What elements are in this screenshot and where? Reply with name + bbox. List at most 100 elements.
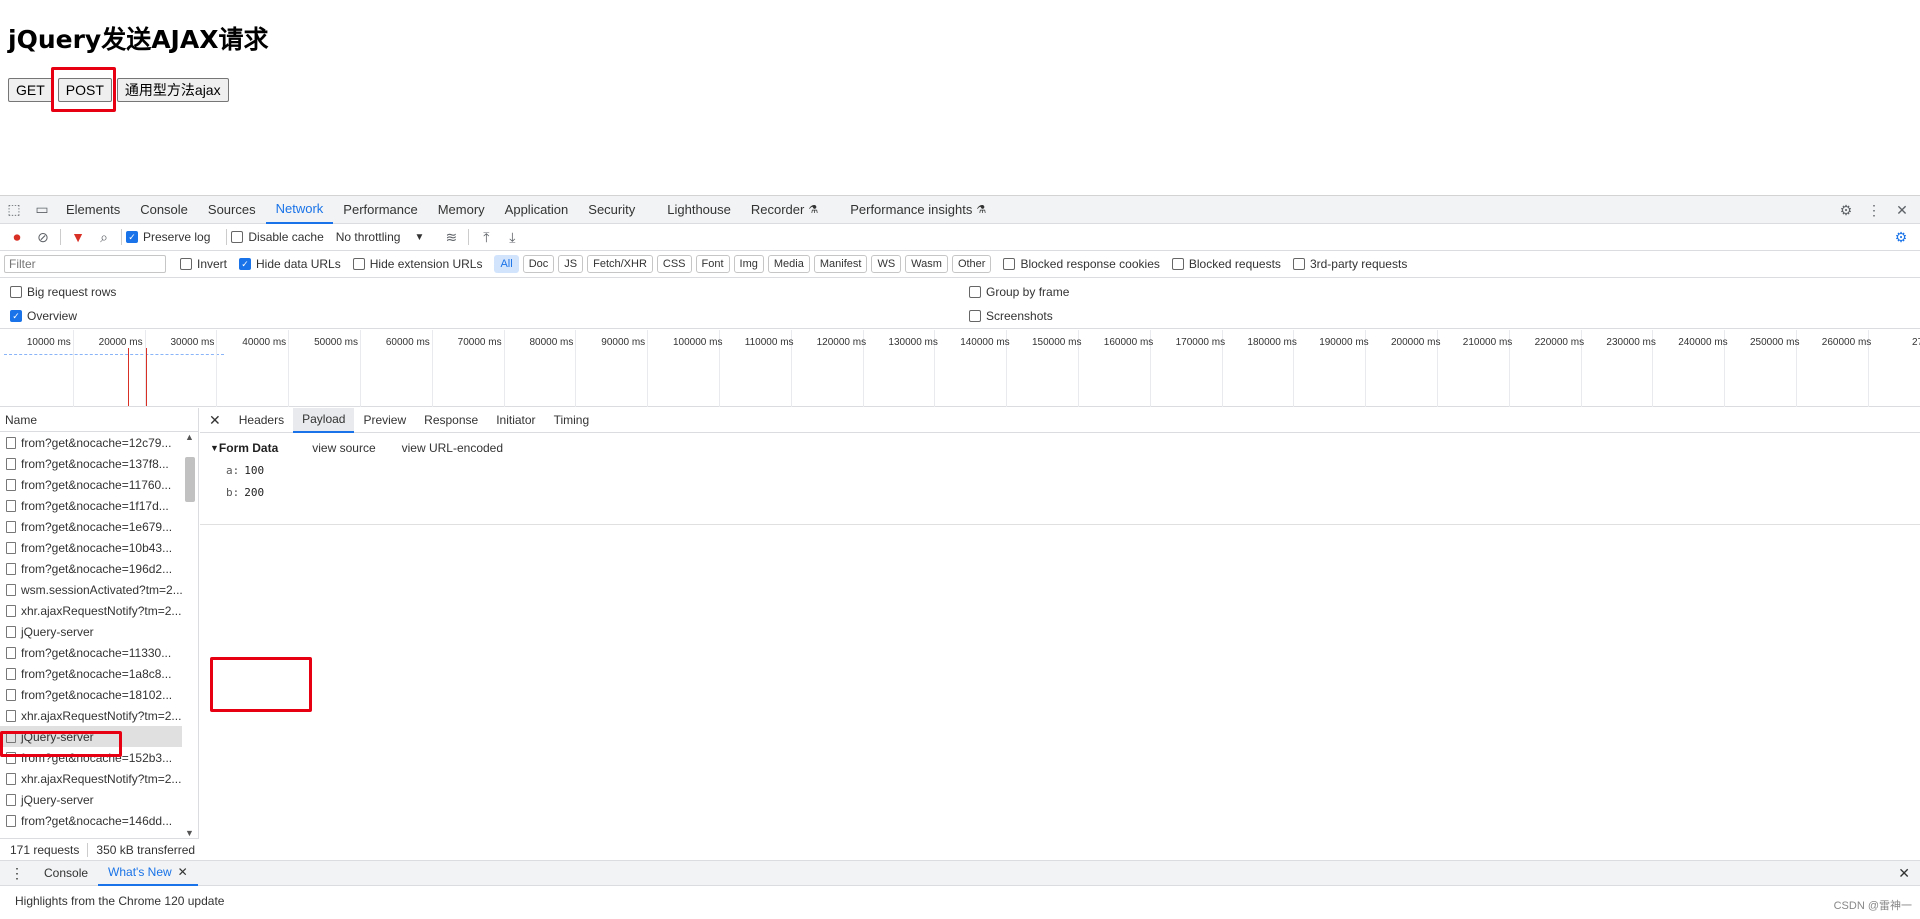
request-row[interactable]: xhr.ajaxRequestNotify?tm=2... — [0, 768, 182, 789]
detail-tab-payload[interactable]: Payload — [293, 407, 355, 433]
filter-icon[interactable]: ▼ — [65, 224, 91, 250]
view-url-encoded-link[interactable]: view URL-encoded — [402, 441, 503, 455]
type-filter-doc[interactable]: Doc — [522, 255, 555, 273]
invert-checkbox[interactable]: Invert — [180, 257, 227, 271]
tab-performance-insights[interactable]: Performance insights ⚗ — [840, 196, 996, 224]
post-button[interactable]: POST — [57, 78, 112, 102]
throttling-select[interactable]: No throttling ▼ — [336, 230, 425, 244]
request-row[interactable]: from?get&nocache=146dd... — [0, 810, 182, 831]
ajax-generic-button[interactable]: 通用型方法ajax — [116, 78, 229, 102]
form-data-header[interactable]: ▼ Form Data view source view URL-encoded — [210, 441, 1920, 455]
overview-checkbox[interactable]: ✓ Overview — [10, 309, 77, 323]
inspect-element-icon[interactable]: ⬚ — [0, 196, 28, 224]
close-detail-icon[interactable]: ✕ — [200, 408, 230, 433]
scrollbar-thumb[interactable] — [185, 457, 195, 502]
device-toolbar-icon[interactable]: ▭ — [28, 196, 56, 224]
request-list-scrollbar[interactable]: ▲ ▼ — [184, 432, 196, 838]
record-icon[interactable]: ⏺ — [4, 224, 30, 250]
type-filter-wasm[interactable]: Wasm — [905, 255, 948, 273]
tab-memory[interactable]: Memory — [428, 196, 495, 224]
drawer-menu-icon[interactable]: ⋮ — [0, 860, 34, 886]
export-har-icon[interactable]: ⤓ — [499, 224, 525, 250]
request-row[interactable]: xhr.ajaxRequestNotify?tm=2... — [0, 705, 182, 726]
request-row[interactable]: from?get&nocache=11330... — [0, 642, 182, 663]
hide-data-urls-checkbox[interactable]: ✓ Hide data URLs — [239, 257, 341, 271]
filter-input[interactable] — [4, 255, 166, 273]
tab-security[interactable]: Security — [578, 196, 645, 224]
view-source-link[interactable]: view source — [312, 441, 375, 455]
close-drawer-icon[interactable]: ✕ — [1898, 865, 1910, 882]
request-row[interactable]: from?get&nocache=1e679... — [0, 516, 182, 537]
close-devtools-icon[interactable]: ✕ — [1888, 196, 1916, 224]
request-row[interactable]: from?get&nocache=18102... — [0, 684, 182, 705]
disable-cache-checkbox[interactable]: Disable cache — [231, 230, 324, 244]
blocked-requests-checkbox[interactable]: Blocked requests — [1171, 257, 1281, 271]
third-party-requests-checkbox[interactable]: 3rd-party requests — [1292, 257, 1407, 271]
type-filter-img[interactable]: Img — [733, 255, 764, 273]
network-overview-timeline[interactable]: 10000 ms 20000 ms 30000 ms 40000 ms 50000 ms… — [0, 330, 1920, 407]
close-tab-icon[interactable]: ✕ — [178, 865, 188, 879]
type-filter-js[interactable]: JS — [558, 255, 584, 273]
page-button-group: GET POST 通用型方法ajax — [8, 78, 229, 102]
hide-extension-urls-checkbox[interactable]: Hide extension URLs — [352, 257, 482, 271]
settings-gear-icon[interactable]: ⚙ — [1832, 196, 1860, 224]
document-file-icon — [6, 457, 16, 470]
detail-tab-timing[interactable]: Timing — [545, 408, 599, 433]
type-filter-all[interactable]: All — [494, 255, 519, 273]
tab-network[interactable]: Network — [265, 196, 334, 224]
tab-performance[interactable]: Performance — [333, 196, 427, 224]
request-row[interactable]: from?get&nocache=10b43... — [0, 537, 182, 558]
preserve-log-label: Preserve log — [143, 230, 211, 244]
type-filter-fetch-xhr[interactable]: Fetch/XHR — [587, 255, 653, 273]
import-har-icon[interactable]: ⤒ — [473, 224, 499, 250]
blocked-response-cookies-checkbox[interactable]: Blocked response cookies — [1003, 257, 1160, 271]
detail-tab-headers[interactable]: Headers — [230, 408, 293, 433]
request-row[interactable]: jQuery-server — [0, 726, 182, 747]
request-row[interactable]: from?get&nocache=1a8c8... — [0, 663, 182, 684]
more-options-icon[interactable]: ⋮ — [1860, 196, 1888, 224]
type-filter-font[interactable]: Font — [695, 255, 730, 273]
request-row[interactable]: from?get&nocache=152b3... — [0, 747, 182, 768]
request-row[interactable]: from?get&nocache=11760... — [0, 474, 182, 495]
request-row[interactable]: xhr.ajaxRequestNotify?tm=2... — [0, 600, 182, 621]
request-row[interactable]: jQuery-server — [0, 621, 182, 642]
request-row[interactable]: from?get&nocache=137f8... — [0, 453, 182, 474]
detail-tab-preview[interactable]: Preview — [354, 408, 415, 433]
scroll-up-arrow-icon[interactable]: ▲ — [185, 432, 194, 442]
request-row[interactable]: from?get&nocache=12c79... — [0, 432, 182, 453]
tab-console[interactable]: Console — [130, 196, 198, 224]
type-filter-manifest[interactable]: Manifest — [813, 255, 868, 273]
tab-application[interactable]: Application — [495, 196, 579, 224]
clear-icon[interactable]: ⊘ — [30, 224, 56, 250]
detail-tab-response[interactable]: Response — [415, 408, 487, 433]
network-settings-gear-icon[interactable]: ⚙ — [1888, 224, 1914, 250]
timeline-tick-label: 210000 ms — [1462, 337, 1513, 348]
name-column-header[interactable]: Name — [0, 408, 198, 432]
preserve-log-checkbox[interactable]: ✓ Preserve log — [126, 230, 210, 244]
request-row[interactable]: wsm.sessionActivated?tm=2... — [0, 579, 182, 600]
throttling-value: No throttling — [335, 230, 401, 244]
drawer-tab-whats-new[interactable]: What's New ✕ — [98, 860, 198, 886]
get-button[interactable]: GET — [8, 78, 53, 102]
screenshots-checkbox[interactable]: Screenshots — [969, 309, 1053, 323]
type-filter-media[interactable]: Media — [767, 255, 810, 273]
tab-lighthouse[interactable]: Lighthouse — [657, 196, 741, 224]
request-name: from?get&nocache=10b43... — [21, 540, 173, 555]
tab-recorder[interactable]: Recorder ⚗ — [741, 196, 828, 224]
scroll-down-arrow-icon[interactable]: ▼ — [185, 828, 194, 838]
type-filter-ws[interactable]: WS — [871, 255, 902, 273]
request-row[interactable]: from?get&nocache=196d2... — [0, 558, 182, 579]
type-filter-css[interactable]: CSS — [656, 255, 692, 273]
network-conditions-icon[interactable]: ≋ — [438, 224, 464, 250]
detail-tab-initiator[interactable]: Initiator — [487, 408, 544, 433]
drawer-tab-console[interactable]: Console — [34, 860, 98, 886]
request-row[interactable]: from?get&nocache=1f17d... — [0, 495, 182, 516]
request-row[interactable]: jQuery-server — [0, 789, 182, 810]
group-by-frame-checkbox[interactable]: Group by frame — [969, 285, 1069, 299]
big-request-rows-checkbox[interactable]: Big request rows — [10, 285, 116, 299]
type-filter-other[interactable]: Other — [951, 255, 992, 273]
search-icon[interactable]: ⌕ — [91, 224, 117, 250]
timeline-load-marker — [146, 348, 147, 406]
tab-elements[interactable]: Elements — [56, 196, 130, 224]
tab-sources[interactable]: Sources — [198, 196, 266, 224]
